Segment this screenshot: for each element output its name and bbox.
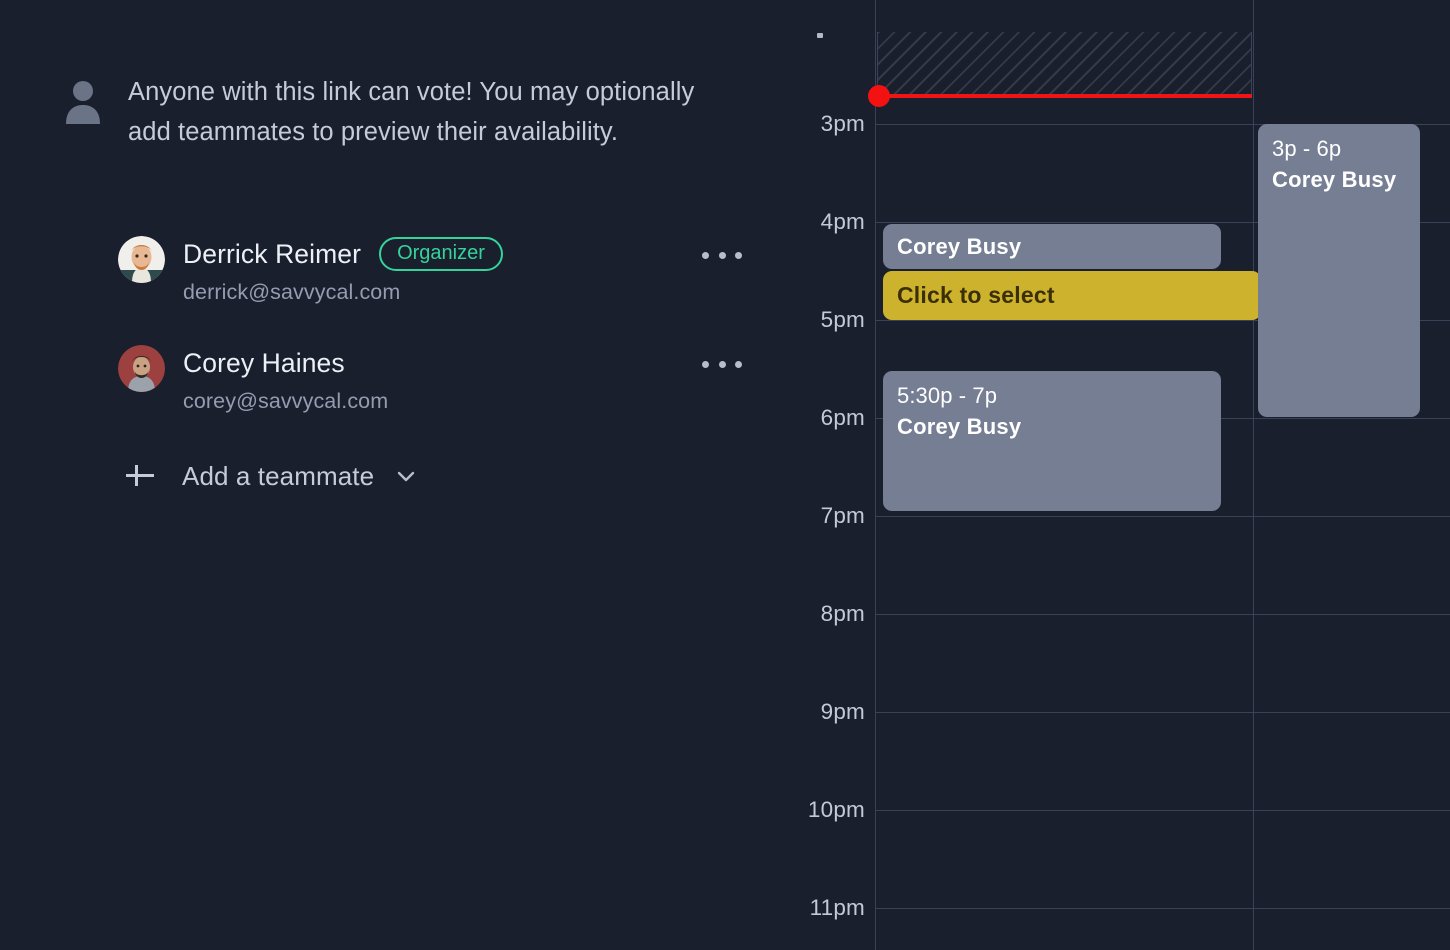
event-click-to-select[interactable]: Click to select <box>883 271 1261 320</box>
event-corey-busy-4pm[interactable]: Corey Busy <box>883 224 1221 269</box>
current-time-line <box>877 94 1252 98</box>
grid-line-hour <box>875 614 1450 615</box>
grid-line-column <box>1253 0 1254 950</box>
event-corey-busy-3p-6p[interactable]: 3p - 6p Corey Busy <box>1258 124 1420 417</box>
hour-label-4pm: 4pm <box>820 209 865 234</box>
add-teammate-label: Add a teammate <box>182 460 375 491</box>
hour-label-7pm: 7pm <box>820 503 865 528</box>
event-title: Corey Busy <box>1272 167 1397 192</box>
status-badge: Organizer <box>379 237 503 271</box>
person-icon <box>62 78 104 124</box>
partial-hour-tick <box>817 33 823 38</box>
hour-label-9pm: 9pm <box>820 699 865 724</box>
event-title: Corey Busy <box>897 414 1022 439</box>
event-time: 3p - 6p <box>1272 136 1342 161</box>
participant-email: derrick@savvycal.com <box>183 280 401 304</box>
past-time-hatch <box>877 32 1252 97</box>
share-notice-text: Anyone with this link can vote! You may … <box>128 78 695 146</box>
participant-email: corey@savvycal.com <box>183 389 389 413</box>
grid-line-hour <box>875 810 1450 811</box>
event-title: Click to select <box>897 282 1055 308</box>
participant-name: Corey Haines <box>183 347 345 378</box>
chevron-down-icon <box>394 464 418 488</box>
grid-line-hour <box>875 712 1450 713</box>
participants-panel: Anyone with this link can vote! You may … <box>0 0 790 950</box>
hour-label-3pm: 3pm <box>820 111 865 136</box>
hour-label-6pm: 6pm <box>820 405 865 430</box>
event-time: 5:30p - 7p <box>897 383 998 408</box>
participant-row-corey: Corey Haines corey@savvycal.com <box>118 345 742 414</box>
share-notice: Anyone with this link can vote! You may … <box>62 72 702 152</box>
hour-label-11pm: 11pm <box>809 895 865 920</box>
kebab-menu-icon[interactable] <box>702 351 742 377</box>
plus-icon <box>122 458 158 494</box>
grid-line-column <box>875 0 876 950</box>
avatar <box>118 345 165 392</box>
hour-label-5pm: 5pm <box>820 307 865 332</box>
calendar-grid[interactable]: 3pm 4pm 5pm 6pm 7pm 8pm 9pm 10pm 11pm Co… <box>790 0 1450 950</box>
participant-name: Derrick Reimer <box>183 238 362 269</box>
avatar <box>118 236 165 283</box>
kebab-menu-icon[interactable] <box>702 242 742 268</box>
event-corey-busy-530p-7p[interactable]: 5:30p - 7p Corey Busy <box>883 371 1221 511</box>
hour-label-8pm: 8pm <box>820 601 865 626</box>
current-time-dot <box>868 85 890 107</box>
participant-row-derrick: Derrick Reimer Organizer derrick@savvyca… <box>118 236 742 305</box>
grid-line-hour <box>875 908 1450 909</box>
grid-line-hour <box>875 516 1450 517</box>
add-teammate-button[interactable]: Add a teammate <box>122 458 418 494</box>
event-title: Corey Busy <box>897 234 1022 259</box>
hour-label-10pm: 10pm <box>807 797 865 822</box>
